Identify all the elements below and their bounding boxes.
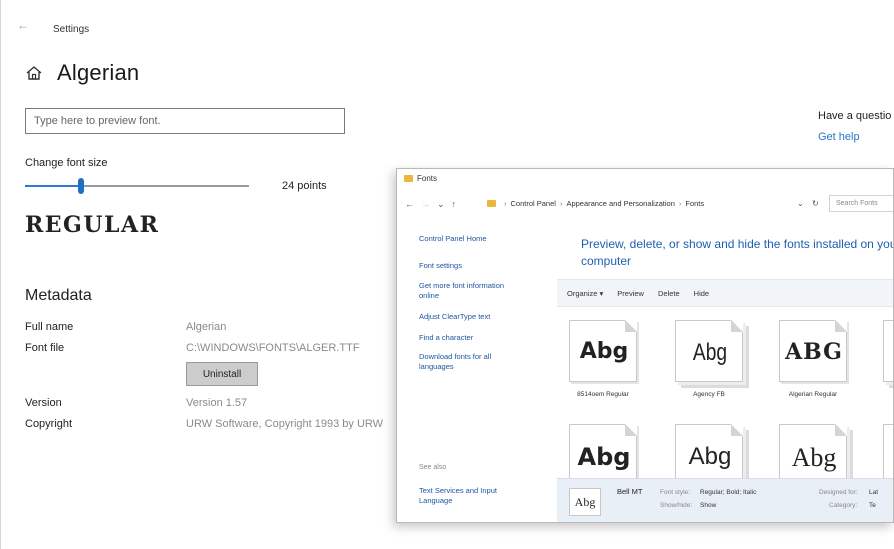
slider-thumb[interactable] bbox=[78, 178, 84, 194]
font-glyph: Abg bbox=[579, 339, 629, 364]
designed-for-label: Designed for: bbox=[819, 489, 858, 496]
page-header: Algerian bbox=[25, 60, 139, 86]
main-pane: Preview, delete, or show and hide the fo… bbox=[557, 224, 894, 522]
back-arrow-icon[interactable]: ← bbox=[17, 18, 29, 32]
font-glyph: Abg bbox=[577, 443, 631, 471]
get-help-link[interactable]: Get help bbox=[818, 131, 860, 143]
font-size-value: 24 points bbox=[282, 180, 327, 192]
details-font-name: Bell MT bbox=[617, 487, 643, 496]
font-settings-link[interactable]: Font settings bbox=[419, 261, 524, 271]
text-services-link[interactable]: Text Services and Input Language bbox=[419, 486, 524, 506]
font-file-value: C:\WINDOWS\FONTS\ALGER.TTF bbox=[186, 342, 360, 354]
font-tile-name: Algerian Regular bbox=[788, 391, 838, 398]
preview-text-input[interactable] bbox=[25, 108, 345, 134]
font-file-label: Font file bbox=[25, 342, 65, 354]
more-font-info-link[interactable]: Get more font information online bbox=[419, 281, 524, 301]
download-fonts-link[interactable]: Download fonts for all languages bbox=[419, 352, 524, 372]
address-bar[interactable]: › Control Panel › Appearance and Persona… bbox=[483, 195, 825, 212]
breadcrumb-control-panel[interactable]: Control Panel bbox=[511, 199, 556, 208]
fonts-window-title: Fonts bbox=[417, 174, 438, 183]
font-glyph: Abg bbox=[692, 339, 728, 366]
show-hide-label: Show/hide: bbox=[660, 502, 693, 509]
font-family-icon bbox=[883, 320, 893, 382]
back-icon[interactable]: ← bbox=[405, 199, 414, 210]
preview-button[interactable]: Preview bbox=[617, 289, 644, 298]
font-file-icon: Abg bbox=[569, 424, 637, 486]
chevron-right-icon: › bbox=[678, 199, 682, 208]
delete-button[interactable]: Delete bbox=[658, 289, 680, 298]
breadcrumb-appearance[interactable]: Appearance and Personalization bbox=[566, 199, 674, 208]
details-font-thumbnail: Abg bbox=[569, 488, 601, 516]
command-bar: Organize ▾ Preview Delete Hide bbox=[557, 279, 893, 307]
help-question-title: Have a questio bbox=[818, 110, 892, 122]
font-style-value: Regular; Bold; Italic bbox=[700, 489, 757, 496]
font-size-label: Change font size bbox=[25, 157, 108, 169]
copyright-label: Copyright bbox=[25, 418, 73, 430]
font-family-icon: Abg bbox=[779, 424, 847, 486]
designed-for-value: Lat bbox=[869, 489, 879, 496]
uninstall-button[interactable]: Uninstall bbox=[186, 362, 258, 386]
forward-icon[interactable]: → bbox=[421, 199, 430, 210]
details-pane: Abg Bell MT Font style: Regular; Bold; I… bbox=[557, 478, 893, 522]
fonts-control-panel-window: Fonts ← → ⌄ ↑ › Control Panel › Appearan… bbox=[396, 168, 894, 523]
up-icon[interactable]: ↑ bbox=[452, 199, 457, 210]
left-pane: Control Panel Home Font settings Get mor… bbox=[397, 224, 547, 522]
home-icon[interactable] bbox=[25, 64, 43, 82]
hide-button[interactable]: Hide bbox=[694, 289, 709, 298]
see-also-label: See also bbox=[419, 464, 447, 471]
fonts-window-title-bar: Fonts bbox=[404, 174, 437, 183]
recent-locations-icon[interactable]: ⌄ bbox=[437, 199, 445, 210]
font-file-icon: Abg bbox=[569, 320, 637, 382]
show-hide-value: Show bbox=[700, 502, 717, 509]
category-value: Te bbox=[869, 502, 876, 509]
page-title: Algerian bbox=[57, 60, 140, 85]
font-style-label: Font style: bbox=[660, 489, 690, 496]
organize-button[interactable]: Organize ▾ bbox=[567, 289, 603, 298]
window-title: Settings bbox=[53, 24, 90, 35]
chevron-right-icon: › bbox=[504, 199, 507, 208]
address-tools: ⌄ ↻ bbox=[797, 199, 819, 208]
control-panel-home-link[interactable]: Control Panel Home bbox=[419, 234, 524, 244]
version-label: Version bbox=[25, 397, 62, 409]
font-family-icon: Abg bbox=[675, 424, 743, 486]
find-character-link[interactable]: Find a character bbox=[419, 333, 524, 343]
style-preview-text: REGULAR bbox=[25, 212, 160, 238]
font-glyph: Abg bbox=[791, 443, 837, 472]
breadcrumb-fonts[interactable]: Fonts bbox=[685, 199, 704, 208]
font-tile-name: 8514oem Regular bbox=[577, 391, 629, 398]
font-glyph: ABG bbox=[785, 339, 843, 365]
title-bar: ← Settings bbox=[1, 0, 894, 40]
font-file-icon: ABG bbox=[779, 320, 847, 382]
navigation-buttons: ← → ⌄ ↑ bbox=[405, 199, 456, 210]
adjust-cleartype-link[interactable]: Adjust ClearType text bbox=[419, 312, 524, 322]
copyright-value: URW Software, Copyright 1993 by URW bbox=[186, 418, 384, 430]
font-family-icon: Abg bbox=[675, 320, 743, 382]
full-name-label: Full name bbox=[25, 321, 74, 333]
slider-fill bbox=[25, 185, 81, 187]
metadata-heading: Metadata bbox=[25, 287, 92, 304]
refresh-icon[interactable]: ↻ bbox=[812, 199, 819, 208]
font-glyph: Abg bbox=[688, 443, 732, 470]
font-file-icon bbox=[883, 424, 893, 486]
font-tile-name: Agency FB bbox=[693, 391, 725, 398]
dropdown-icon[interactable]: ⌄ bbox=[797, 199, 804, 208]
fonts-heading: Preview, delete, or show and hide the fo… bbox=[581, 237, 894, 268]
version-value: Version 1.57 bbox=[186, 397, 248, 409]
chevron-right-icon: › bbox=[559, 199, 563, 208]
address-folder-icon bbox=[487, 200, 496, 207]
full-name-value: Algerian bbox=[186, 321, 227, 333]
font-size-slider[interactable] bbox=[25, 178, 249, 194]
search-fonts-input[interactable]: Search Fonts bbox=[829, 195, 893, 212]
category-label: Category: bbox=[829, 502, 858, 509]
folder-icon bbox=[404, 175, 413, 182]
